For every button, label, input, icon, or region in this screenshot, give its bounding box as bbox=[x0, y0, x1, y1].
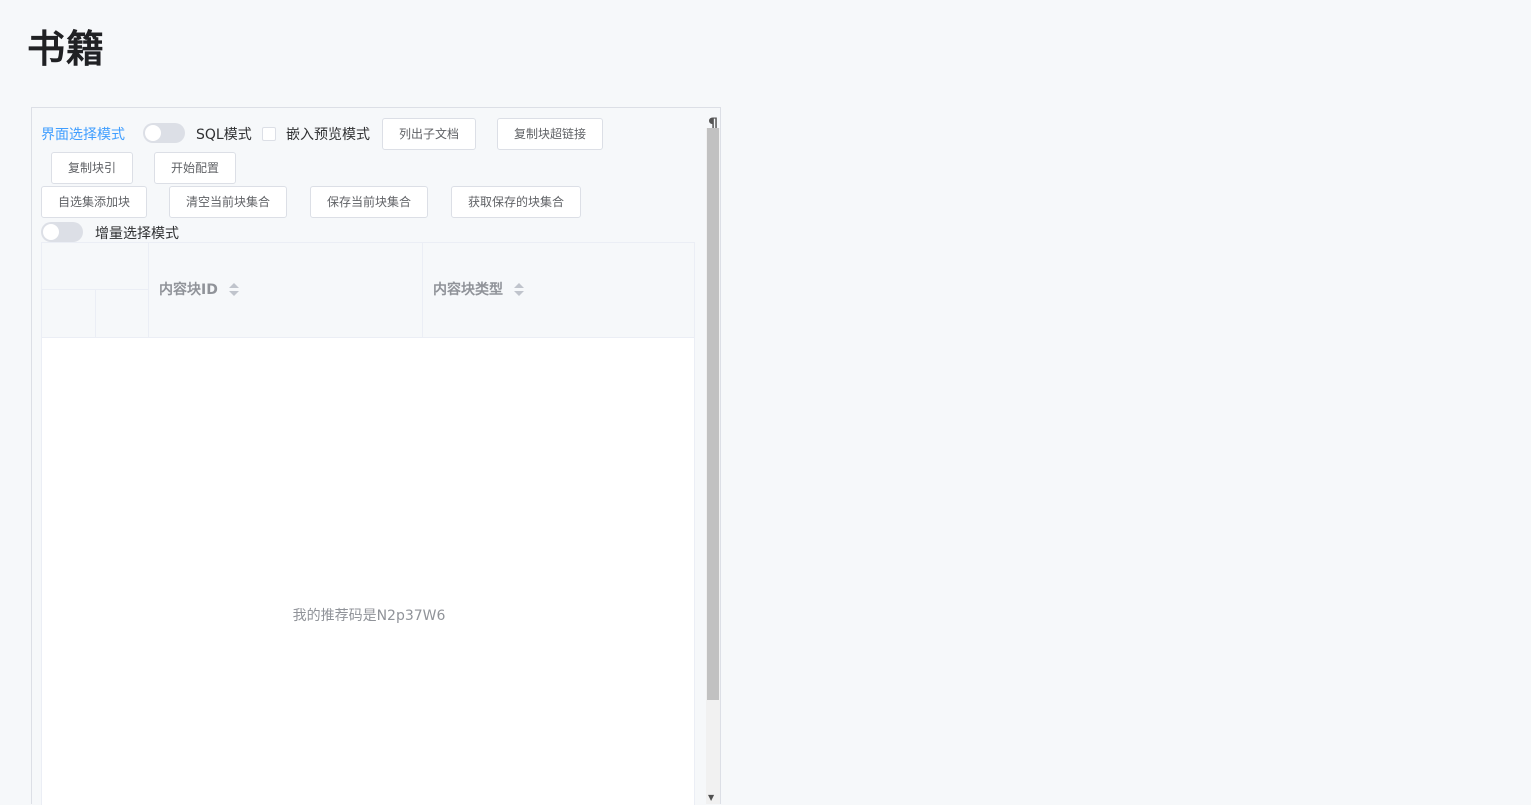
toolbar: 界面选择模式 SQL模式 嵌入预览模式 列出子文档 复制块超链接 复制块引 开始… bbox=[41, 117, 701, 243]
load-saved-set-button[interactable]: 获取保存的块集合 bbox=[451, 186, 582, 218]
column-header-block-type-label: 内容块类型 bbox=[433, 279, 524, 299]
start-config-button[interactable]: 开始配置 bbox=[154, 152, 237, 184]
embedded-widget-panel: ¶ ▼ 界面选择模式 SQL模式 嵌入预览模式 列出子文档 复制块超链接 复制块… bbox=[31, 107, 721, 805]
sql-mode-label: SQL模式 bbox=[196, 127, 252, 143]
embed-preview-mode-label: 嵌入预览模式 bbox=[286, 127, 370, 143]
incremental-mode-label: 增量选择模式 bbox=[95, 226, 179, 242]
column-header-block-id-text: 内容块ID bbox=[159, 282, 218, 298]
column-header-block-type-text: 内容块类型 bbox=[433, 282, 503, 298]
switch-knob bbox=[43, 224, 59, 240]
toolbar-row-1: 界面选择模式 SQL模式 嵌入预览模式 列出子文档 复制块超链接 bbox=[41, 117, 701, 151]
scrollbar-thumb[interactable] bbox=[707, 128, 719, 700]
incremental-mode-switch[interactable] bbox=[41, 222, 83, 242]
add-to-selection-button[interactable]: 自选集添加块 bbox=[41, 186, 148, 218]
sql-mode-checkbox[interactable] bbox=[262, 127, 276, 141]
vertical-scrollbar[interactable]: ▼ bbox=[706, 128, 720, 804]
page-title: 书籍 bbox=[27, 27, 106, 71]
copy-block-link-button[interactable]: 复制块超链接 bbox=[497, 118, 604, 150]
scroll-down-arrow-icon[interactable]: ▼ bbox=[708, 793, 714, 802]
ui-select-mode-label: 界面选择模式 bbox=[41, 127, 125, 143]
column-header-block-id[interactable]: 内容块ID bbox=[148, 243, 423, 337]
toolbar-row-3: 自选集添加块 清空当前块集合 保存当前块集合 获取保存的块集合 bbox=[41, 185, 701, 219]
column-header-block-type[interactable]: 内容块类型 bbox=[422, 243, 694, 337]
table-header: 内容块ID 内容块类型 bbox=[42, 243, 694, 338]
toolbar-row-2: 复制块引 开始配置 bbox=[41, 151, 701, 185]
column-header-block-id-label: 内容块ID bbox=[159, 279, 239, 299]
blocks-table: 内容块ID 内容块类型 我的推荐码是N2p37W6 bbox=[41, 242, 695, 805]
ui-select-mode-switch[interactable] bbox=[143, 123, 185, 143]
copy-block-ref-button[interactable]: 复制块引 bbox=[51, 152, 134, 184]
selection-header-left[interactable] bbox=[42, 290, 96, 337]
save-current-set-button[interactable]: 保存当前块集合 bbox=[310, 186, 429, 218]
table-empty-text: 我的推荐码是N2p37W6 bbox=[292, 608, 446, 624]
clear-current-set-button[interactable]: 清空当前块集合 bbox=[169, 186, 288, 218]
selection-header-top bbox=[42, 243, 148, 290]
sort-icon[interactable] bbox=[513, 283, 524, 297]
list-children-button[interactable]: 列出子文档 bbox=[382, 118, 477, 150]
switch-knob bbox=[145, 125, 161, 141]
selection-header-cell bbox=[42, 243, 149, 337]
sort-icon[interactable] bbox=[228, 283, 239, 297]
toolbar-row-4: 增量选择模式 bbox=[41, 219, 701, 243]
